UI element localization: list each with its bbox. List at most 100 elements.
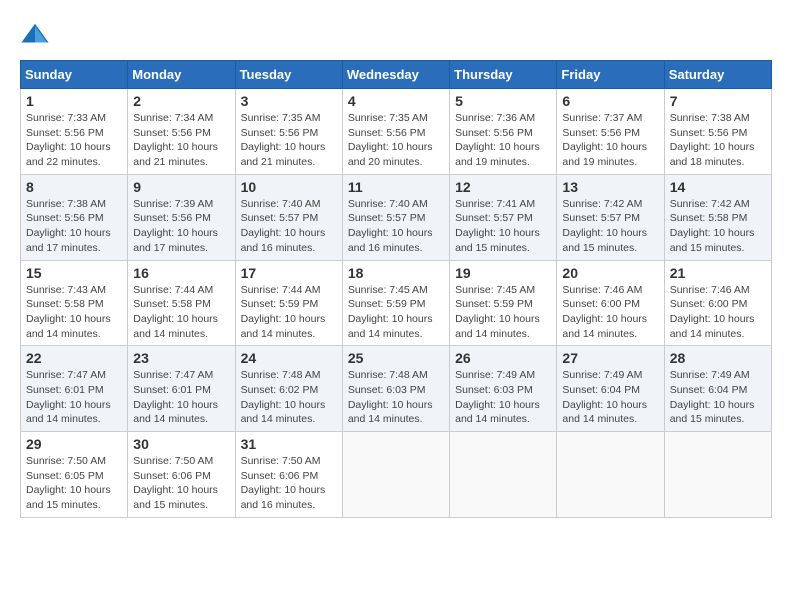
day-number: 2: [133, 93, 229, 109]
calendar-cell: 6 Sunrise: 7:37 AMSunset: 5:56 PMDaylight…: [557, 89, 664, 175]
column-header-tuesday: Tuesday: [235, 61, 342, 89]
day-info: Sunrise: 7:37 AMSunset: 5:56 PMDaylight:…: [562, 111, 658, 170]
calendar-cell: 12 Sunrise: 7:41 AMSunset: 5:57 PMDayligh…: [450, 174, 557, 260]
day-info: Sunrise: 7:50 AMSunset: 6:06 PMDaylight:…: [241, 454, 337, 513]
day-number: 12: [455, 179, 551, 195]
day-info: Sunrise: 7:46 AMSunset: 6:00 PMDaylight:…: [670, 283, 766, 342]
day-number: 27: [562, 350, 658, 366]
day-info: Sunrise: 7:35 AMSunset: 5:56 PMDaylight:…: [348, 111, 444, 170]
day-number: 19: [455, 265, 551, 281]
day-number: 16: [133, 265, 229, 281]
calendar-cell: 23 Sunrise: 7:47 AMSunset: 6:01 PMDayligh…: [128, 346, 235, 432]
day-number: 9: [133, 179, 229, 195]
calendar-cell: 29 Sunrise: 7:50 AMSunset: 6:05 PMDayligh…: [21, 432, 128, 518]
calendar-cell: 18 Sunrise: 7:45 AMSunset: 5:59 PMDayligh…: [342, 260, 449, 346]
calendar-row: 1 Sunrise: 7:33 AMSunset: 5:56 PMDaylight…: [21, 89, 772, 175]
day-number: 3: [241, 93, 337, 109]
day-number: 1: [26, 93, 122, 109]
day-info: Sunrise: 7:47 AMSunset: 6:01 PMDaylight:…: [133, 368, 229, 427]
day-info: Sunrise: 7:41 AMSunset: 5:57 PMDaylight:…: [455, 197, 551, 256]
day-number: 22: [26, 350, 122, 366]
day-info: Sunrise: 7:40 AMSunset: 5:57 PMDaylight:…: [348, 197, 444, 256]
page-header: [20, 20, 772, 50]
calendar-cell: 31Sunrise: 7:50 AMSunset: 6:06 PMDayligh…: [235, 432, 342, 518]
day-info: Sunrise: 7:39 AMSunset: 5:56 PMDaylight:…: [133, 197, 229, 256]
day-info: Sunrise: 7:38 AMSunset: 5:56 PMDaylight:…: [670, 111, 766, 170]
calendar-cell: 16 Sunrise: 7:44 AMSunset: 5:58 PMDayligh…: [128, 260, 235, 346]
column-header-saturday: Saturday: [664, 61, 771, 89]
day-number: 7: [670, 93, 766, 109]
calendar-cell: 2 Sunrise: 7:34 AMSunset: 5:56 PMDaylight…: [128, 89, 235, 175]
day-number: 24: [241, 350, 337, 366]
day-info: Sunrise: 7:44 AMSunset: 5:59 PMDaylight:…: [241, 283, 337, 342]
day-info: Sunrise: 7:33 AMSunset: 5:56 PMDaylight:…: [26, 111, 122, 170]
day-info: Sunrise: 7:49 AMSunset: 6:04 PMDaylight:…: [562, 368, 658, 427]
day-info: Sunrise: 7:45 AMSunset: 5:59 PMDaylight:…: [455, 283, 551, 342]
calendar-cell: 10 Sunrise: 7:40 AMSunset: 5:57 PMDayligh…: [235, 174, 342, 260]
calendar-cell: 13 Sunrise: 7:42 AMSunset: 5:57 PMDayligh…: [557, 174, 664, 260]
calendar-cell: 9 Sunrise: 7:39 AMSunset: 5:56 PMDaylight…: [128, 174, 235, 260]
column-header-thursday: Thursday: [450, 61, 557, 89]
calendar-cell: [557, 432, 664, 518]
column-header-monday: Monday: [128, 61, 235, 89]
day-info: Sunrise: 7:44 AMSunset: 5:58 PMDaylight:…: [133, 283, 229, 342]
day-info: Sunrise: 7:45 AMSunset: 5:59 PMDaylight:…: [348, 283, 444, 342]
day-info: Sunrise: 7:34 AMSunset: 5:56 PMDaylight:…: [133, 111, 229, 170]
calendar-cell: 22 Sunrise: 7:47 AMSunset: 6:01 PMDayligh…: [21, 346, 128, 432]
day-number: 15: [26, 265, 122, 281]
logo-icon: [20, 20, 50, 50]
day-info: Sunrise: 7:42 AMSunset: 5:57 PMDaylight:…: [562, 197, 658, 256]
day-number: 26: [455, 350, 551, 366]
day-number: 21: [670, 265, 766, 281]
column-header-sunday: Sunday: [21, 61, 128, 89]
calendar-cell: 20Sunrise: 7:46 AMSunset: 6:00 PMDayligh…: [557, 260, 664, 346]
day-info: Sunrise: 7:50 AMSunset: 6:06 PMDaylight:…: [133, 454, 229, 513]
day-number: 11: [348, 179, 444, 195]
logo: [20, 20, 54, 50]
day-info: Sunrise: 7:42 AMSunset: 5:58 PMDaylight:…: [670, 197, 766, 256]
calendar-header-row: SundayMondayTuesdayWednesdayThursdayFrid…: [21, 61, 772, 89]
calendar-cell: 21 Sunrise: 7:46 AMSunset: 6:00 PMDayligh…: [664, 260, 771, 346]
calendar-cell: 17Sunrise: 7:44 AMSunset: 5:59 PMDayligh…: [235, 260, 342, 346]
day-info: Sunrise: 7:35 AMSunset: 5:56 PMDaylight:…: [241, 111, 337, 170]
calendar-cell: 25 Sunrise: 7:48 AMSunset: 6:03 PMDayligh…: [342, 346, 449, 432]
calendar-cell: 11 Sunrise: 7:40 AMSunset: 5:57 PMDayligh…: [342, 174, 449, 260]
day-info: Sunrise: 7:36 AMSunset: 5:56 PMDaylight:…: [455, 111, 551, 170]
day-info: Sunrise: 7:47 AMSunset: 6:01 PMDaylight:…: [26, 368, 122, 427]
day-number: 8: [26, 179, 122, 195]
day-number: 6: [562, 93, 658, 109]
column-header-wednesday: Wednesday: [342, 61, 449, 89]
calendar-cell: 30 Sunrise: 7:50 AMSunset: 6:06 PMDayligh…: [128, 432, 235, 518]
day-number: 20: [562, 265, 658, 281]
day-number: 13: [562, 179, 658, 195]
day-info: Sunrise: 7:49 AMSunset: 6:04 PMDaylight:…: [670, 368, 766, 427]
calendar-cell: 7 Sunrise: 7:38 AMSunset: 5:56 PMDaylight…: [664, 89, 771, 175]
day-number: 10: [241, 179, 337, 195]
day-number: 28: [670, 350, 766, 366]
calendar-cell: 8Sunrise: 7:38 AMSunset: 5:56 PMDaylight…: [21, 174, 128, 260]
day-number: 18: [348, 265, 444, 281]
day-info: Sunrise: 7:50 AMSunset: 6:05 PMDaylight:…: [26, 454, 122, 513]
calendar-row: 8Sunrise: 7:38 AMSunset: 5:56 PMDaylight…: [21, 174, 772, 260]
calendar-cell: 15Sunrise: 7:43 AMSunset: 5:58 PMDayligh…: [21, 260, 128, 346]
day-info: Sunrise: 7:49 AMSunset: 6:03 PMDaylight:…: [455, 368, 551, 427]
calendar-cell: 1 Sunrise: 7:33 AMSunset: 5:56 PMDaylight…: [21, 89, 128, 175]
calendar-cell: 26 Sunrise: 7:49 AMSunset: 6:03 PMDayligh…: [450, 346, 557, 432]
column-header-friday: Friday: [557, 61, 664, 89]
calendar-cell: 4Sunrise: 7:35 AMSunset: 5:56 PMDaylight…: [342, 89, 449, 175]
calendar-cell: 27 Sunrise: 7:49 AMSunset: 6:04 PMDayligh…: [557, 346, 664, 432]
day-number: 5: [455, 93, 551, 109]
calendar-cell: [450, 432, 557, 518]
calendar-cell: 3 Sunrise: 7:35 AMSunset: 5:56 PMDaylight…: [235, 89, 342, 175]
day-info: Sunrise: 7:48 AMSunset: 6:03 PMDaylight:…: [348, 368, 444, 427]
day-info: Sunrise: 7:40 AMSunset: 5:57 PMDaylight:…: [241, 197, 337, 256]
calendar-cell: 5 Sunrise: 7:36 AMSunset: 5:56 PMDaylight…: [450, 89, 557, 175]
day-number: 30: [133, 436, 229, 452]
day-number: 14: [670, 179, 766, 195]
calendar-cell: 24Sunrise: 7:48 AMSunset: 6:02 PMDayligh…: [235, 346, 342, 432]
day-number: 25: [348, 350, 444, 366]
calendar-cell: 28 Sunrise: 7:49 AMSunset: 6:04 PMDayligh…: [664, 346, 771, 432]
day-number: 23: [133, 350, 229, 366]
day-number: 29: [26, 436, 122, 452]
calendar-cell: 19 Sunrise: 7:45 AMSunset: 5:59 PMDayligh…: [450, 260, 557, 346]
